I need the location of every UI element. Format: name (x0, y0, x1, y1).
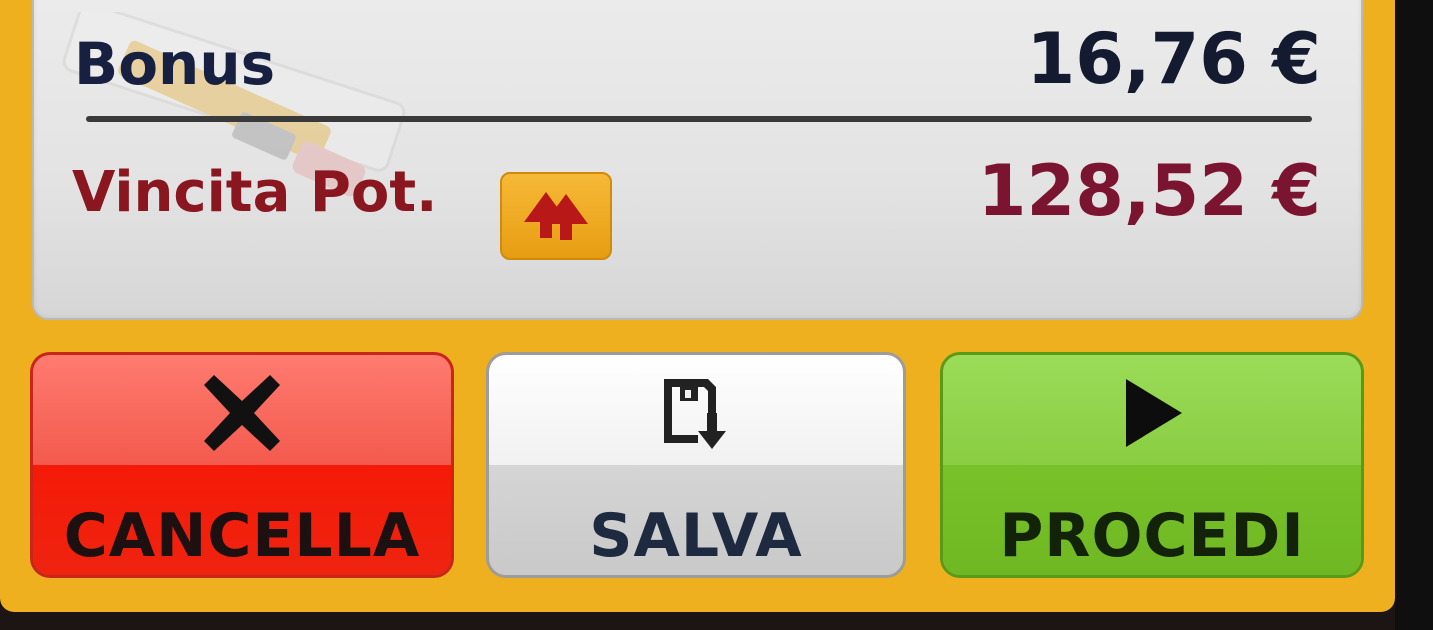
save-label: SALVA (589, 501, 803, 571)
save-disk-icon (664, 379, 726, 449)
proceed-label: PROCEDI (999, 501, 1305, 571)
swap-odds-button[interactable] (500, 172, 612, 260)
summary-divider (86, 116, 1312, 122)
betslip-panel: Bonus 16,76 € Vincita Pot. 128,52 € CANC… (0, 0, 1395, 612)
window-edge (1395, 0, 1433, 630)
save-button[interactable]: SALVA (486, 352, 906, 578)
cancel-label: CANCELLA (63, 501, 421, 571)
betslip-summary: Bonus 16,76 € Vincita Pot. 128,52 € (32, 0, 1363, 320)
play-icon (1126, 379, 1182, 447)
bonus-value: 16,76 € (1026, 18, 1322, 100)
proceed-icon-wrap (943, 373, 1361, 453)
bonus-label: Bonus (74, 30, 276, 98)
potential-win-label: Vincita Pot. (72, 160, 438, 225)
potential-win-value: 128,52 € (977, 150, 1321, 232)
close-icon (204, 375, 280, 451)
swap-arrows-icon (524, 192, 588, 240)
proceed-button[interactable]: PROCEDI (940, 352, 1364, 578)
cancel-button[interactable]: CANCELLA (30, 352, 454, 578)
cancel-icon-wrap (33, 373, 451, 453)
save-icon-wrap (489, 373, 903, 453)
